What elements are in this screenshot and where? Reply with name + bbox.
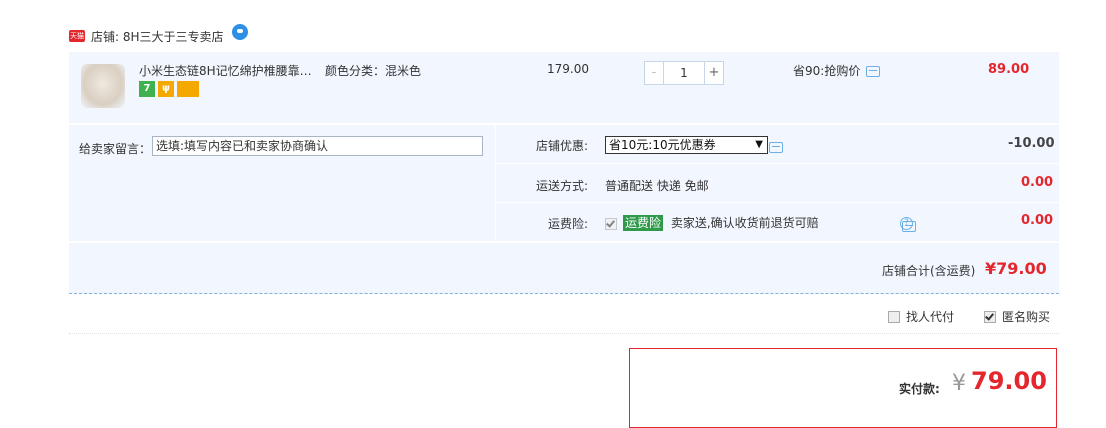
item-total-price: 89.00 <box>988 62 1029 77</box>
coupon-select[interactable]: 省10元:10元优惠券 ▼ <box>605 136 768 154</box>
credit-card-icon <box>177 81 199 97</box>
proxy-pay-label: 找人代付 <box>906 308 954 325</box>
quantity-input[interactable]: 1 <box>664 61 704 85</box>
quantity-increase-button[interactable]: + <box>704 61 724 85</box>
shipping-amount: 0.00 <box>1021 175 1053 190</box>
currency-symbol: ¥ <box>952 371 966 396</box>
final-payment-value: 79.00 <box>971 367 1047 395</box>
seller-message-input[interactable]: 选填:填写内容已和卖家协商确认 <box>152 136 483 156</box>
product-sku: 颜色分类：混米色 <box>325 62 421 79</box>
shipping-label: 运送方式: <box>536 177 588 194</box>
quantity-stepper: - 1 + <box>644 61 724 85</box>
panel-divider <box>495 125 496 241</box>
insurance-label: 运费险: <box>548 215 588 232</box>
anonymous-purchase-checkbox[interactable] <box>984 311 996 323</box>
subtotal-value: ¥79.00 <box>985 259 1047 278</box>
unit-price: 179.00 <box>547 62 589 76</box>
service-badges: 7 ψ <box>139 81 199 97</box>
product-title[interactable]: 小米生态链8H记忆绵护椎腰靠… <box>139 62 319 79</box>
insurance-description: 卖家送,确认收货前退货可赔 <box>671 216 819 230</box>
subtotal-label: 店铺合计(含运费) <box>882 262 975 279</box>
seven-day-return-icon: 7 <box>139 81 155 97</box>
order-item-row: 小米生态链8H记忆绵护椎腰靠… 颜色分类：混米色 7 ψ 179.00 - 1 … <box>69 52 1059 123</box>
row-separator <box>496 202 1059 203</box>
insurance-option: 运费险 卖家送,确认收货前退货可赔 <box>605 214 819 231</box>
coupon-amount: -10.00 <box>1008 136 1055 151</box>
insurance-checkbox[interactable] <box>605 218 617 230</box>
proxy-pay-checkbox[interactable] <box>888 311 900 323</box>
row-separator <box>496 163 1059 164</box>
promotion-info: 省90:抢购价 <box>793 62 880 79</box>
shop-header: 天猫 店铺: 8H三大于三专卖店 <box>69 26 248 46</box>
final-payment-box: 实付款: ¥ 79.00 <box>629 348 1057 428</box>
coupon-info-icon[interactable] <box>769 142 783 153</box>
coupon-label: 店铺优惠: <box>536 137 588 154</box>
dropdown-arrow-icon: ▼ <box>755 137 763 153</box>
promotion-text: 省90:抢购价 <box>793 64 860 78</box>
insurance-amount: 0.00 <box>1021 213 1053 228</box>
insurance-tag: 运费险 <box>623 215 663 231</box>
tmall-icon: 天猫 <box>69 30 85 42</box>
coupon-selected-value: 省10元:10元优惠券 <box>609 138 716 152</box>
final-payment-label: 实付款: <box>899 380 940 397</box>
wangwang-chat-icon[interactable] <box>232 24 248 40</box>
quantity-decrease-button[interactable]: - <box>644 61 664 85</box>
shipping-method: 普通配送 快递 免邮 <box>605 177 709 194</box>
seller-message-label: 给卖家留言： <box>79 140 151 157</box>
section-separator <box>69 333 1059 334</box>
proxy-pay-option[interactable]: 找人代付 <box>888 308 954 325</box>
anonymous-purchase-label: 匿名购买 <box>1002 308 1050 325</box>
shop-subtotal-row: 店铺合计(含运费) ¥79.00 <box>69 243 1059 294</box>
help-icon[interactable]: ? <box>900 217 913 230</box>
anonymous-purchase-option[interactable]: 匿名购买 <box>984 308 1050 325</box>
promotion-detail-icon[interactable] <box>866 66 880 77</box>
product-thumbnail[interactable] <box>81 64 125 108</box>
guarantee-icon: ψ <box>158 81 174 97</box>
order-options-panel: 给卖家留言： 选填:填写内容已和卖家协商确认 店铺优惠: 省10元:10元优惠券… <box>69 125 1059 241</box>
shop-name[interactable]: 店铺: 8H三大于三专卖店 <box>91 28 224 45</box>
